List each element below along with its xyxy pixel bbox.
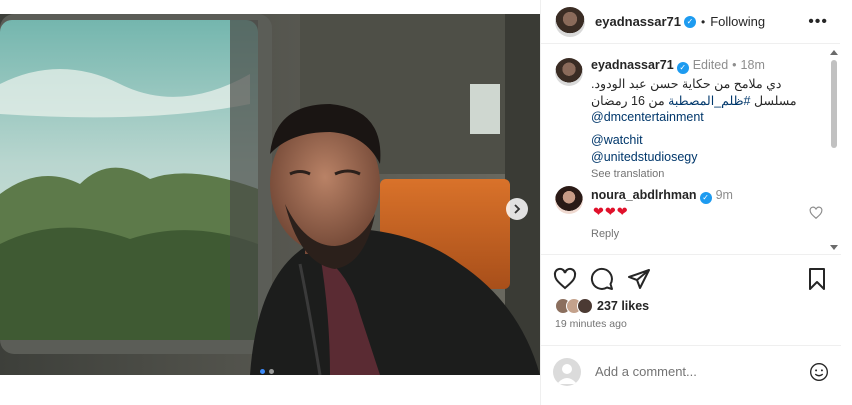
edited-label: Edited: [692, 58, 729, 72]
commenter-username[interactable]: noura_abdlrhman: [591, 188, 697, 202]
comment-header: noura_abdlrhman ✓ 9m: [591, 188, 733, 204]
scroll-up-arrow-icon[interactable]: [830, 50, 838, 55]
train-window-photo: [0, 14, 540, 375]
share-paper-plane-icon[interactable]: [627, 267, 651, 291]
see-translation-link[interactable]: See translation: [591, 166, 823, 183]
scrollbar-thumb[interactable]: [831, 60, 837, 148]
post-timestamp[interactable]: 19 minutes ago: [555, 318, 627, 330]
caption-separator: •: [732, 58, 737, 72]
next-slide-button[interactable]: [506, 198, 528, 220]
post-actions-bar: [541, 254, 841, 298]
emoji-icon[interactable]: [809, 362, 829, 382]
mention-link-unitedstudiosegy[interactable]: @unitedstudiosegy: [591, 149, 823, 166]
commenter-avatar[interactable]: [555, 186, 583, 214]
caption-line-1: دي ملامح من حكاية حسن عبد الودود.: [591, 77, 782, 91]
default-user-icon: [557, 363, 577, 384]
following-button[interactable]: Following: [710, 14, 765, 29]
post-header: eyadnassar71 ✓ • Following •••: [541, 0, 840, 44]
likes-summary[interactable]: 237 likes: [555, 296, 649, 316]
caption-time[interactable]: 18m: [741, 58, 765, 72]
header-separator: •: [701, 14, 706, 29]
like-heart-icon[interactable]: [553, 267, 577, 291]
scroll-down-arrow-icon[interactable]: [830, 245, 838, 250]
comment-bubble-icon[interactable]: [590, 267, 614, 291]
mention-link-dmcentertainment[interactable]: @dmcentertainment: [591, 109, 823, 126]
liker-avatar: [577, 298, 593, 314]
mention-link-watchit[interactable]: @watchit: [591, 132, 823, 149]
caption-username[interactable]: eyadnassar71: [591, 58, 674, 72]
verified-badge-icon: ✓: [684, 15, 697, 28]
post-image[interactable]: [0, 14, 540, 375]
reply-button[interactable]: Reply: [591, 228, 619, 240]
caption-line-2: مسلسل #ظلم_المصطبة من 16 رمضان: [591, 93, 823, 110]
caption-author-avatar[interactable]: [555, 58, 583, 86]
author-avatar[interactable]: [555, 6, 585, 37]
carousel-dot: [269, 369, 274, 374]
hashtag-link[interactable]: #ظلم_المصطبة: [668, 94, 750, 108]
comments-section[interactable]: eyadnassar71 ✓ Edited • 18m دي ملامح من حكاي…: [541, 44, 841, 254]
caption-header: eyadnassar71 ✓ Edited • 18m: [591, 58, 765, 74]
current-user-avatar: [553, 357, 581, 386]
chevron-right-icon: [514, 204, 521, 214]
caption-line-2-suffix: من 16 رمضان: [591, 93, 669, 108]
verified-badge-icon: ✓: [676, 62, 689, 74]
comment-time: 9m: [715, 188, 733, 202]
caption-text: دي ملامح من حكاية حسن عبد الودود. مسلسل …: [591, 76, 823, 182]
carousel-indicator: [260, 369, 274, 374]
likes-count[interactable]: 237 likes: [597, 299, 649, 313]
add-comment-input[interactable]: [595, 364, 795, 379]
post-side-panel: eyadnassar71 ✓ • Following ••• eyadnassa…: [540, 0, 841, 405]
caption-line-2-prefix: مسلسل: [750, 93, 797, 108]
add-comment-bar: [541, 345, 841, 397]
carousel-dot-active: [260, 369, 265, 374]
verified-badge-icon: ✓: [699, 192, 712, 204]
comment-like-heart-icon[interactable]: [809, 206, 823, 220]
save-bookmark-icon[interactable]: [805, 267, 829, 291]
author-username[interactable]: eyadnassar71: [595, 14, 681, 29]
comments-scrollbar[interactable]: [830, 50, 838, 250]
comment-text: ❤❤❤: [593, 204, 629, 219]
ellipsis-icon[interactable]: •••: [808, 13, 828, 31]
